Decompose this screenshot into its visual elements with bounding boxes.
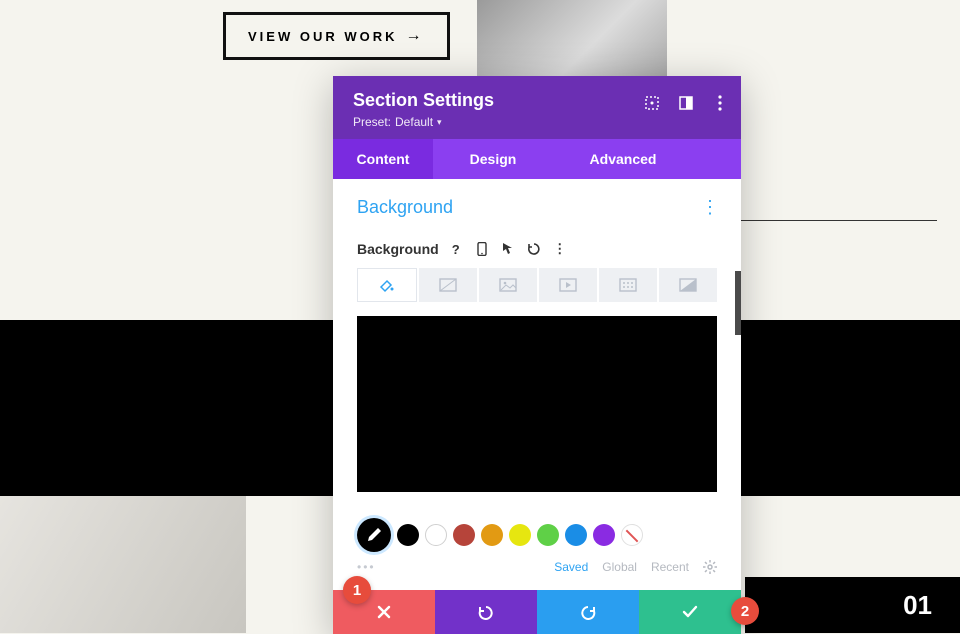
- kebab-menu-icon[interactable]: [711, 94, 729, 112]
- hero-placeholder-image: [477, 0, 667, 76]
- group-title[interactable]: Background: [357, 197, 717, 218]
- bg-color-tab[interactable]: [357, 268, 417, 302]
- tab-content[interactable]: Content: [333, 139, 433, 179]
- color-swatch-white[interactable]: [425, 524, 447, 546]
- redo-button[interactable]: [537, 590, 639, 634]
- dock-icon[interactable]: [677, 94, 695, 112]
- step-number-value: 01: [903, 590, 932, 621]
- bg-video-tab[interactable]: [539, 268, 597, 302]
- color-palette-row: [333, 504, 741, 558]
- preset-value: Default: [395, 115, 433, 129]
- view-our-work-button[interactable]: VIEW OUR WORK →: [223, 12, 450, 60]
- side-placeholder-image: [0, 496, 246, 633]
- color-swatch-transparent[interactable]: [621, 524, 643, 546]
- chevron-down-icon: ▾: [437, 117, 442, 128]
- bg-mask-tab[interactable]: [659, 268, 717, 302]
- scrollbar-thumb[interactable]: [735, 271, 741, 335]
- reset-icon[interactable]: [525, 240, 543, 258]
- color-preview-swatch[interactable]: [357, 316, 717, 492]
- color-swatch-red[interactable]: [453, 524, 475, 546]
- hover-icon[interactable]: [499, 240, 517, 258]
- modal-header: Section Settings Preset: Default ▾: [333, 76, 741, 139]
- eyedropper-button[interactable]: [357, 518, 391, 552]
- palette-tab-global[interactable]: Global: [602, 560, 637, 574]
- annotation-badge-2: 2: [731, 597, 759, 625]
- arrow-right-icon: →: [406, 27, 425, 45]
- color-swatch-blue[interactable]: [565, 524, 587, 546]
- bg-pattern-tab[interactable]: [599, 268, 657, 302]
- settings-tabs: Content Design Advanced: [333, 139, 741, 179]
- step-number-block: 01: [745, 577, 960, 633]
- bg-gradient-tab[interactable]: [419, 268, 477, 302]
- annotation-badge-1: 1: [343, 576, 371, 604]
- color-swatch-purple[interactable]: [593, 524, 615, 546]
- help-icon[interactable]: ?: [447, 240, 465, 258]
- color-swatch-black[interactable]: [397, 524, 419, 546]
- color-swatch-orange[interactable]: [481, 524, 503, 546]
- preset-dropdown[interactable]: Preset: Default ▾: [353, 115, 721, 129]
- modal-action-bar: [333, 590, 741, 634]
- undo-button[interactable]: [435, 590, 537, 634]
- background-type-tabs: [357, 268, 717, 302]
- tab-advanced[interactable]: Advanced: [553, 139, 693, 179]
- phone-icon[interactable]: [473, 240, 491, 258]
- view-our-work-label: VIEW OUR WORK: [248, 29, 398, 44]
- field-label: Background: [357, 241, 439, 257]
- panel-body: Background ⋮ Background ? ⋮: [333, 179, 741, 504]
- field-kebab-icon[interactable]: ⋮: [551, 240, 569, 258]
- expand-icon[interactable]: [643, 94, 661, 112]
- color-swatch-yellow[interactable]: [509, 524, 531, 546]
- preset-label: Preset:: [353, 115, 391, 129]
- bg-image-tab[interactable]: [479, 268, 537, 302]
- palette-tab-saved[interactable]: Saved: [554, 560, 588, 574]
- palette-subrow: ••• Saved Global Recent: [333, 558, 741, 590]
- section-settings-modal: Section Settings Preset: Default ▾ Conte…: [333, 76, 741, 634]
- more-dots-icon[interactable]: •••: [357, 560, 376, 574]
- group-kebab-icon[interactable]: ⋮: [701, 197, 719, 218]
- color-swatch-green[interactable]: [537, 524, 559, 546]
- gear-icon[interactable]: [703, 560, 717, 574]
- confirm-button[interactable]: [639, 590, 741, 634]
- tab-design[interactable]: Design: [433, 139, 553, 179]
- palette-tab-recent[interactable]: Recent: [651, 560, 689, 574]
